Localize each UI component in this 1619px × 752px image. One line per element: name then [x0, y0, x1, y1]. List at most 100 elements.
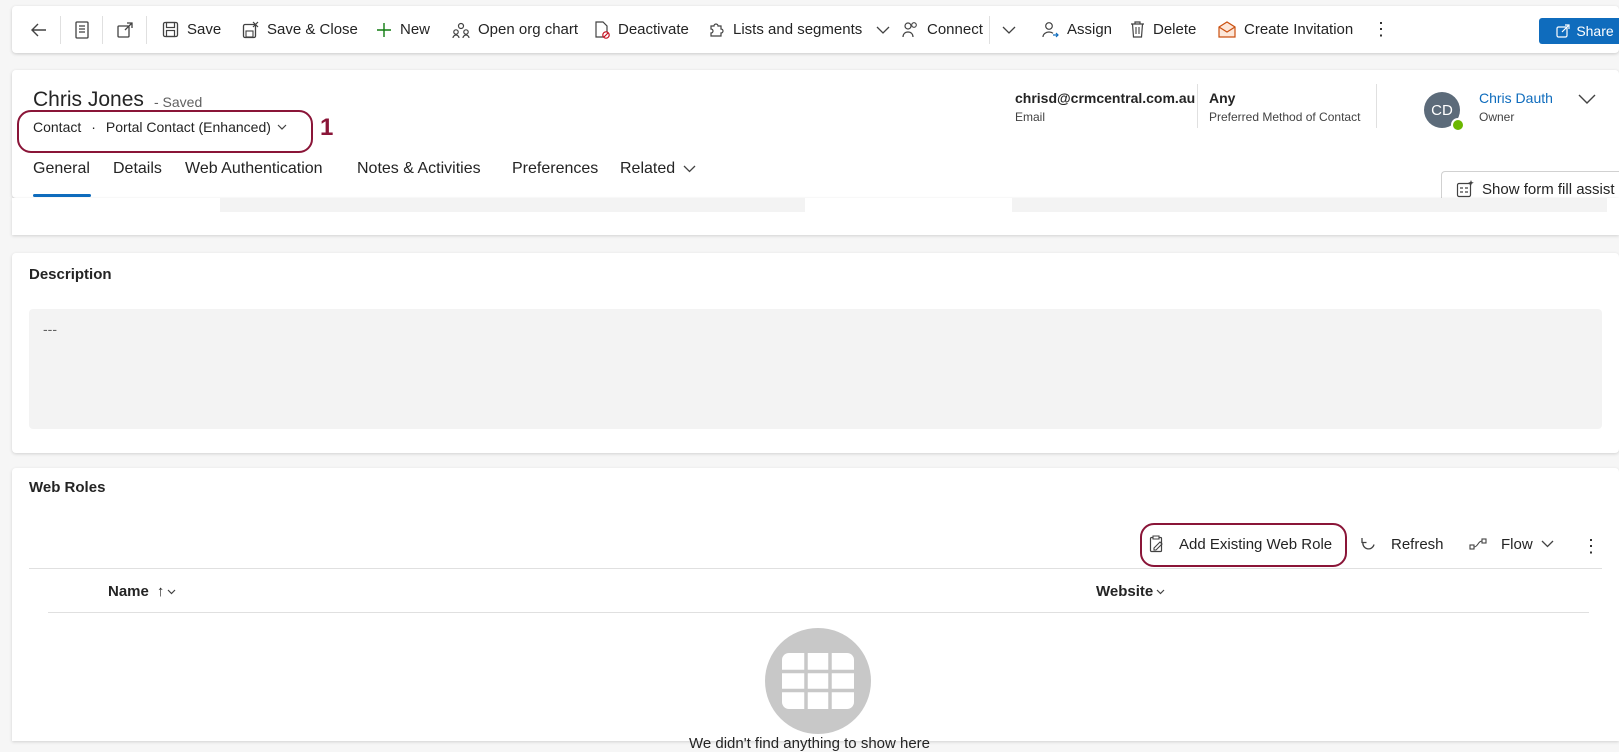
- assign-icon: [1042, 22, 1059, 38]
- org-chart-icon: [452, 22, 470, 38]
- record-title: Chris Jones: [33, 88, 144, 111]
- owner-label: Owner: [1479, 110, 1515, 124]
- tab-preferences[interactable]: Preferences: [512, 160, 598, 178]
- tab-related[interactable]: Related: [620, 160, 696, 178]
- column-header-website[interactable]: Website: [1096, 583, 1165, 600]
- empty-grid-illustration: [765, 628, 871, 734]
- more-vertical-icon: ⋮: [1582, 535, 1600, 556]
- org-chart-label: Open org chart: [478, 21, 579, 38]
- refresh-icon: [1361, 537, 1375, 550]
- toolbar-divider: [146, 16, 147, 44]
- save-status: - Saved: [154, 94, 203, 110]
- chevron-down-icon: [683, 165, 696, 173]
- pop-out-icon: [117, 21, 133, 38]
- share-icon: [1556, 24, 1570, 38]
- email-value[interactable]: chrisd@crmcentral.com.au: [1015, 90, 1195, 106]
- field-input-partial[interactable]: [220, 198, 805, 212]
- save-icon: [162, 21, 179, 38]
- active-tab-indicator: [33, 194, 91, 197]
- description-title: Description: [29, 266, 112, 283]
- column-header-name[interactable]: Name ↑: [108, 583, 176, 600]
- flow-button[interactable]: Flow: [1469, 524, 1554, 564]
- chevron-down-icon: [876, 26, 890, 34]
- new-button[interactable]: New: [376, 6, 430, 53]
- deactivate-icon: [595, 20, 610, 39]
- more-commands-button[interactable]: ⋮: [1372, 6, 1390, 53]
- command-bar: Save Save & Close New Open org chart Dea…: [12, 6, 1619, 53]
- chevron-down-icon: [1578, 94, 1596, 104]
- save-button[interactable]: Save: [162, 6, 221, 53]
- back-arrow-icon: [31, 23, 46, 36]
- chevron-down-icon: [167, 589, 176, 594]
- toolbar-divider: [989, 16, 990, 44]
- new-label: New: [400, 21, 431, 38]
- tab-general[interactable]: General: [33, 160, 90, 178]
- assign-label: Assign: [1067, 21, 1113, 38]
- tab-notes-activities[interactable]: Notes & Activities: [357, 160, 481, 178]
- connect-icon: [902, 22, 917, 38]
- refresh-button[interactable]: Refresh: [1360, 524, 1444, 564]
- sort-ascending-icon: ↑: [156, 583, 165, 600]
- lists-segments-label: Lists and segments: [733, 21, 863, 38]
- connect-button[interactable]: Connect: [902, 6, 983, 53]
- flow-label: Flow: [1501, 535, 1533, 553]
- chevron-down-icon: [1156, 589, 1165, 594]
- tab-details[interactable]: Details: [113, 160, 162, 178]
- form-icon: [75, 20, 89, 39]
- annotation-number: 1: [320, 114, 334, 141]
- more-grid-commands-button[interactable]: ⋮: [1582, 526, 1600, 566]
- create-invitation-label: Create Invitation: [1244, 21, 1354, 38]
- flow-icon: [1469, 538, 1487, 550]
- invitation-icon: [1218, 21, 1236, 38]
- save-label: Save: [187, 21, 222, 38]
- save-close-label: Save & Close: [267, 21, 358, 38]
- form-view-button[interactable]: [74, 6, 98, 53]
- share-button[interactable]: Share: [1539, 18, 1619, 44]
- plus-icon: [377, 22, 391, 37]
- empty-grid-message: We didn't find anything to show here: [688, 735, 931, 752]
- share-label: Share: [1576, 23, 1614, 39]
- refresh-label: Refresh: [1391, 535, 1444, 553]
- email-label: Email: [1015, 110, 1046, 124]
- toolbar-divider: [102, 16, 103, 44]
- assign-button[interactable]: Assign: [1042, 6, 1112, 53]
- expand-header-button[interactable]: [1578, 92, 1596, 110]
- description-value: ---: [43, 321, 57, 337]
- save-close-icon: [242, 21, 259, 38]
- toolbar-divider: [60, 16, 61, 44]
- partial-field-row: [12, 198, 1619, 235]
- description-field[interactable]: ---: [29, 309, 1602, 429]
- chevron-down-icon: [1541, 540, 1554, 548]
- org-chart-button[interactable]: Open org chart: [452, 6, 578, 53]
- owner-name[interactable]: Chris Dauth: [1479, 90, 1553, 106]
- pmc-label: Preferred Method of Contact: [1209, 110, 1361, 124]
- column-website-label: Website: [1096, 583, 1154, 600]
- tab-related-label: Related: [620, 160, 676, 177]
- puzzle-icon: [710, 23, 724, 37]
- create-invitation-button[interactable]: Create Invitation: [1218, 6, 1353, 53]
- delete-label: Delete: [1153, 21, 1197, 38]
- connect-label: Connect: [927, 21, 983, 38]
- save-close-button[interactable]: Save & Close: [242, 6, 358, 53]
- table-grid-icon: [782, 653, 854, 709]
- chevron-down-icon: [1002, 26, 1016, 34]
- column-name-label: Name: [108, 583, 149, 600]
- back-button[interactable]: [30, 6, 56, 53]
- pop-out-button[interactable]: [116, 6, 142, 53]
- more-vertical-icon: ⋮: [1372, 19, 1390, 39]
- web-roles-title: Web Roles: [29, 479, 106, 496]
- delete-button[interactable]: Delete: [1130, 6, 1196, 53]
- header-divider: [1376, 84, 1377, 128]
- header-divider: [1197, 84, 1198, 128]
- form-fill-assist-label: Show form fill assist: [1482, 180, 1615, 198]
- tab-web-authentication[interactable]: Web Authentication: [185, 160, 323, 178]
- field-input-partial[interactable]: [1012, 198, 1607, 212]
- grid-header-divider: [48, 612, 1589, 613]
- form-fill-icon: [1456, 180, 1474, 198]
- deactivate-button[interactable]: Deactivate: [594, 6, 689, 53]
- lists-segments-button[interactable]: Lists and segments: [708, 6, 890, 53]
- deactivate-label: Deactivate: [618, 21, 689, 38]
- more-connect-button[interactable]: [1002, 6, 1024, 53]
- annotation-highlight-add-existing: [1140, 523, 1347, 567]
- description-section: Description ---: [12, 253, 1619, 453]
